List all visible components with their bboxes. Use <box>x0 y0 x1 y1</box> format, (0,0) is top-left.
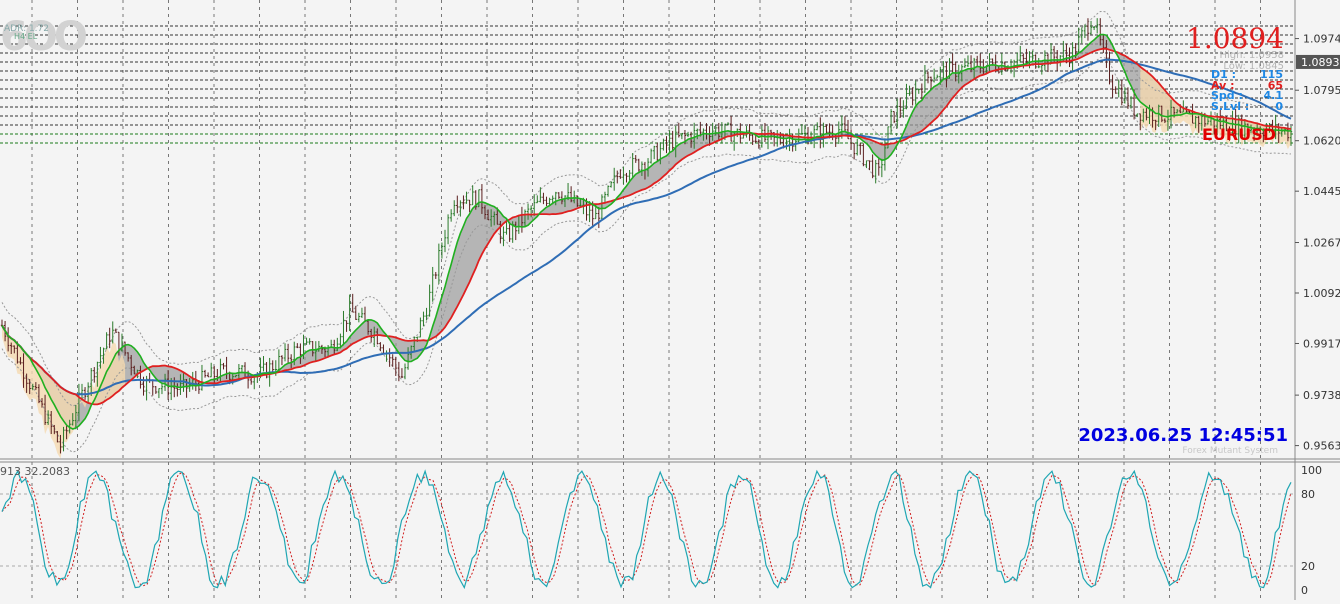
stoch-tick-label: 20 <box>1301 560 1315 573</box>
price-tick-label: 1.0445 <box>1303 185 1340 198</box>
price-tick-label: 1.0974 <box>1303 33 1340 46</box>
price-tick-label: 1.0267 <box>1303 237 1340 250</box>
stat-row: S.Lvl : 0 <box>1211 99 1283 113</box>
stoch-tick-label: 0 <box>1301 584 1308 597</box>
stats-panel: D1 :115 Av :65 Spd :4.1 S.Lvl :0 <box>1211 69 1283 113</box>
system-watermark: Forex Mutant System <box>1182 446 1278 456</box>
price-tick-label: 0.9917 <box>1303 337 1340 350</box>
timeframe-buttons[interactable]: H4 EL <box>14 32 37 41</box>
price-tick-label: 1.0092 <box>1303 287 1340 300</box>
broker-logo: 6OO <box>0 14 88 60</box>
chart-root[interactable]: 1.0974 1.0795 1.0620 1.0445 1.0267 1.0092 0.99… <box>0 0 1340 600</box>
stat-value: 0 <box>1275 99 1283 113</box>
price-tick-label: 1.0795 <box>1303 84 1340 97</box>
current-price-label: 1.0893 <box>1301 56 1340 69</box>
stoch-tick-label: 100 <box>1301 464 1322 477</box>
high-label: High: 1.0958 <box>1219 50 1284 61</box>
price-tick-label: 1.0620 <box>1303 135 1340 148</box>
symbol-label: EURUSD <box>1201 125 1276 144</box>
clock-timestamp: 2023.06.25 12:45:51 <box>1078 425 1288 446</box>
indicator-values-label: 913 32.2083 <box>0 465 70 478</box>
stat-label: S.Lvl : <box>1211 99 1250 113</box>
price-tick-label: 0.9563 <box>1303 440 1340 453</box>
price-tick-label: 0.9738 <box>1303 389 1340 402</box>
stoch-tick-label: 80 <box>1301 488 1315 501</box>
chart-svg[interactable]: 1.0974 1.0795 1.0620 1.0445 1.0267 1.0092 0.99… <box>0 0 1340 600</box>
